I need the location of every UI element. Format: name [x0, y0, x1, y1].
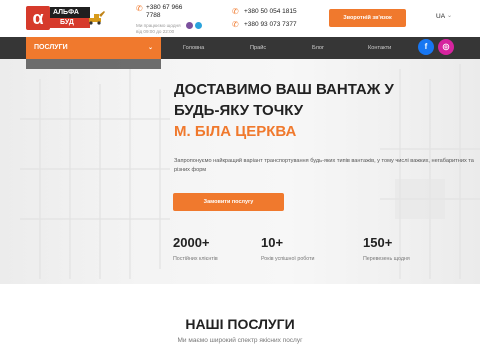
- nav-item-contacts[interactable]: Контакти: [368, 37, 391, 59]
- hero-title: ДОСТАВИМО ВАШ ВАНТАЖ У БУДЬ-ЯКУ ТОЧКУ: [174, 79, 464, 121]
- services-dropdown-preview: [26, 59, 161, 69]
- stat-value: 10+: [261, 235, 284, 250]
- logo-name: АЛЬФА: [50, 7, 90, 18]
- stat-value: 2000+: [173, 235, 210, 250]
- hero-description: Запропонуємо найкращий варіант транспорт…: [174, 158, 474, 173]
- language-select[interactable]: UA: [436, 13, 445, 20]
- callback-button[interactable]: Зворотній зв'язок: [329, 9, 406, 27]
- phone-icon: ✆: [232, 7, 239, 16]
- facebook-icon[interactable]: f: [418, 39, 434, 55]
- nav-item-blog[interactable]: Блог: [312, 37, 324, 59]
- nav-item-price[interactable]: Прайс: [250, 37, 266, 59]
- phone-number[interactable]: +380 67 966 7788: [146, 4, 188, 20]
- excavator-icon: [89, 11, 105, 25]
- instagram-icon[interactable]: ◎: [438, 39, 454, 55]
- phone-icon: ✆: [136, 4, 143, 13]
- logo[interactable]: α АЛЬФА БУД: [26, 6, 106, 30]
- hero-title-line: БУДЬ-ЯКУ ТОЧКУ: [174, 102, 304, 119]
- top-header: α АЛЬФА БУД ✆ +380 67 966 7788 Ми працює…: [0, 0, 480, 37]
- services-menu-button[interactable]: ПОСЛУГИ ⌄: [26, 37, 161, 59]
- chevron-down-icon: ⌄: [147, 45, 153, 51]
- stat-label: Постійних клієнтів: [173, 256, 218, 262]
- phone-number[interactable]: +380 93 073 7377: [244, 21, 297, 28]
- services-title: НАШІ ПОСЛУГИ: [185, 316, 295, 332]
- logo-mark: α: [26, 6, 50, 30]
- working-hours: Ми працюємо щодня від 09:00 до 22:00: [136, 23, 181, 34]
- stat-value: 150+: [363, 235, 393, 250]
- chevron-down-icon: ⌄: [447, 13, 453, 19]
- hero-city: М. БІЛА ЦЕРКВА: [174, 123, 297, 140]
- hero-title-line: ДОСТАВИМО ВАШ ВАНТАЖ У: [174, 81, 394, 98]
- services-menu-label: ПОСЛУГИ: [34, 44, 68, 51]
- order-service-button[interactable]: Замовити послугу: [173, 193, 284, 211]
- stat-label: Років успішної роботи: [261, 256, 315, 262]
- services-subtitle: Ми маємо широкий спектр якісних послуг: [177, 337, 303, 344]
- logo-sub: БУД: [50, 18, 90, 28]
- main-nav: ПОСЛУГИ ⌄ Головна Прайс Блог Контакти f …: [0, 37, 480, 59]
- viber-icon[interactable]: [186, 22, 193, 29]
- phone-icon: ✆: [232, 20, 239, 29]
- stat-label: Перевезень щодня: [363, 256, 410, 262]
- telegram-icon[interactable]: [195, 22, 202, 29]
- phone-number[interactable]: +380 50 054 1815: [244, 8, 297, 15]
- nav-item-home[interactable]: Головна: [183, 37, 204, 59]
